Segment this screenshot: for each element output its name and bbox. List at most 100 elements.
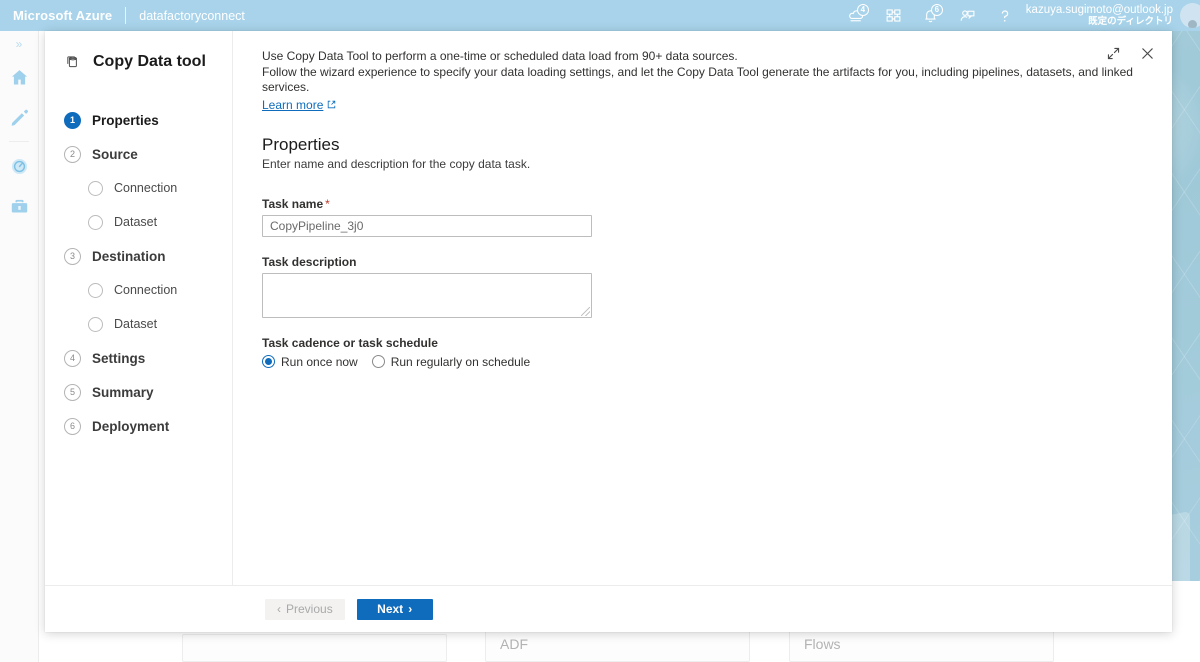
breadcrumb-resource-name[interactable]: datafactoryconnect: [139, 9, 245, 23]
rail-divider: [9, 141, 29, 142]
copy-data-tool-dialog: Copy Data tool 1 Properties 2 Source Con…: [45, 31, 1172, 632]
substep-dot-icon: [88, 282, 103, 298]
notifications-badge: 6: [930, 3, 943, 16]
step-number: 4: [64, 349, 81, 367]
background-card-label: ADF: [500, 636, 528, 652]
intro-line-2: Follow the wizard experience to specify …: [262, 64, 1133, 95]
azure-brand-link[interactable]: Microsoft Azure: [0, 8, 112, 23]
step-number: 2: [64, 145, 81, 163]
radio-label: Run regularly on schedule: [390, 354, 531, 369]
step-label: Destination: [92, 248, 166, 264]
radio-run-once-now[interactable]: Run once now: [262, 355, 358, 369]
sidebar-item-source-connection[interactable]: Connection: [45, 171, 232, 205]
section-subtitle: Enter name and description for the copy …: [262, 156, 531, 171]
account-email: kazuya.sugimoto@outlook.jp: [1025, 3, 1173, 16]
dialog-footer: ‹ Previous Next ›: [45, 585, 1172, 632]
sidebar-item-source-dataset[interactable]: Dataset: [45, 205, 232, 239]
task-cadence-field-block: Task cadence or task schedule Run once n…: [262, 336, 1150, 369]
home-icon[interactable]: [0, 57, 38, 97]
substep-dot-icon: [88, 316, 103, 332]
resize-handle-icon[interactable]: [581, 306, 590, 316]
next-button[interactable]: Next ›: [356, 598, 433, 620]
task-name-field-block: Task name * CopyPipeline_3j0: [262, 197, 1150, 237]
dialog-body: Copy Data tool 1 Properties 2 Source Con…: [45, 31, 1172, 585]
next-label: Next: [377, 602, 404, 616]
maximize-icon[interactable]: [1105, 45, 1122, 62]
wizard-step-nav: Copy Data tool 1 Properties 2 Source Con…: [45, 31, 233, 585]
learn-more-link[interactable]: Learn more: [262, 98, 336, 112]
step-label: Properties: [92, 112, 159, 128]
sidebar-item-properties[interactable]: 1 Properties: [45, 103, 232, 137]
background-card-label: Flows: [804, 636, 841, 652]
substep-label: Connection: [114, 181, 178, 195]
directories-subscriptions-icon[interactable]: [881, 3, 907, 29]
sidebar-item-summary[interactable]: 5 Summary: [45, 375, 232, 409]
cloud-shell-badge: 4: [856, 3, 869, 16]
manage-toolbox-icon[interactable]: [0, 186, 38, 226]
sidebar-item-settings[interactable]: 4 Settings: [45, 341, 232, 375]
step-label: Settings: [92, 350, 146, 366]
step-number: 3: [64, 247, 81, 265]
azure-top-bar: Microsoft Azure datafactoryconnect 4 6 k…: [0, 0, 1200, 31]
account-text: kazuya.sugimoto@outlook.jp 既定のディレクトリ: [1026, 4, 1173, 28]
substep-dot-icon: [88, 214, 103, 230]
step-label: Source: [92, 146, 138, 162]
sidebar-item-destination-dataset[interactable]: Dataset: [45, 307, 232, 341]
expand-rail-icon[interactable]: »: [0, 31, 38, 57]
help-icon[interactable]: [992, 3, 1018, 29]
brand-separator: [125, 7, 127, 24]
page-title: Copy Data tool: [93, 53, 206, 70]
sidebar-item-deployment[interactable]: 6 Deployment: [45, 409, 232, 443]
radio-mark-icon: [371, 355, 385, 368]
step-number: 5: [64, 383, 81, 401]
task-description-label: Task description: [262, 254, 357, 269]
previous-button[interactable]: ‹ Previous: [265, 598, 345, 620]
sidebar-item-source[interactable]: 2 Source: [45, 137, 232, 171]
step-label: Deployment: [92, 418, 170, 434]
feedback-icon[interactable]: [955, 3, 981, 29]
external-link-icon: [327, 98, 336, 112]
substep-label: Dataset: [114, 317, 158, 331]
task-cadence-radio-group: Run once now Run regularly on schedule: [262, 355, 1150, 369]
task-description-input[interactable]: [262, 272, 592, 318]
substep-label: Dataset: [114, 215, 158, 229]
task-name-label: Task name *: [262, 197, 1150, 211]
task-description-field-block: Task description: [262, 255, 1150, 318]
sidebar-item-destination[interactable]: 3 Destination: [45, 239, 232, 273]
topbar-icon-group: 4 6: [844, 3, 1026, 29]
step-label: Summary: [92, 384, 154, 400]
monitor-gauge-icon[interactable]: [0, 146, 38, 186]
avatar[interactable]: [1180, 3, 1200, 28]
intro-line-1: Use Copy Data Tool to perform a one-time…: [262, 49, 738, 63]
copy-data-tool-icon: [64, 53, 82, 71]
previous-chevron-icon: ‹: [277, 602, 281, 616]
left-rail: »: [0, 31, 39, 662]
next-chevron-icon: ›: [408, 602, 413, 616]
learn-more-label: Learn more: [262, 97, 324, 112]
previous-label: Previous: [286, 602, 333, 616]
cloud-shell-icon[interactable]: 4: [844, 3, 870, 29]
avatar-head: [1188, 20, 1197, 28]
dialog-window-actions: [1105, 45, 1156, 62]
dialog-title-row: Copy Data tool: [45, 47, 232, 71]
wizard-content: Use Copy Data Tool to perform a one-time…: [233, 31, 1172, 585]
task-name-input[interactable]: CopyPipeline_3j0: [262, 214, 592, 237]
account-menu[interactable]: kazuya.sugimoto@outlook.jp 既定のディレクトリ: [1026, 3, 1200, 28]
task-name-label-text: Task name: [262, 196, 324, 211]
author-pencil-icon[interactable]: [0, 97, 38, 137]
section-title: Properties: [262, 134, 340, 154]
background-card[interactable]: [182, 634, 447, 662]
portal-page: ADF Flows Microsoft Azure datafactorycon…: [0, 0, 1200, 662]
notifications-bell-icon[interactable]: 6: [918, 3, 944, 29]
radio-mark-icon: [262, 355, 275, 368]
radio-run-regularly-on-schedule[interactable]: Run regularly on schedule: [371, 354, 531, 369]
task-name-value: CopyPipeline_3j0: [270, 218, 364, 233]
close-icon[interactable]: [1139, 45, 1156, 62]
substep-dot-icon: [88, 180, 103, 196]
account-directory: 既定のディレクトリ: [1088, 15, 1173, 27]
sidebar-item-destination-connection[interactable]: Connection: [45, 273, 232, 307]
required-asterisk: *: [325, 196, 330, 211]
step-number: 1: [64, 111, 81, 129]
step-number: 6: [64, 417, 81, 435]
substep-label: Connection: [114, 283, 178, 297]
